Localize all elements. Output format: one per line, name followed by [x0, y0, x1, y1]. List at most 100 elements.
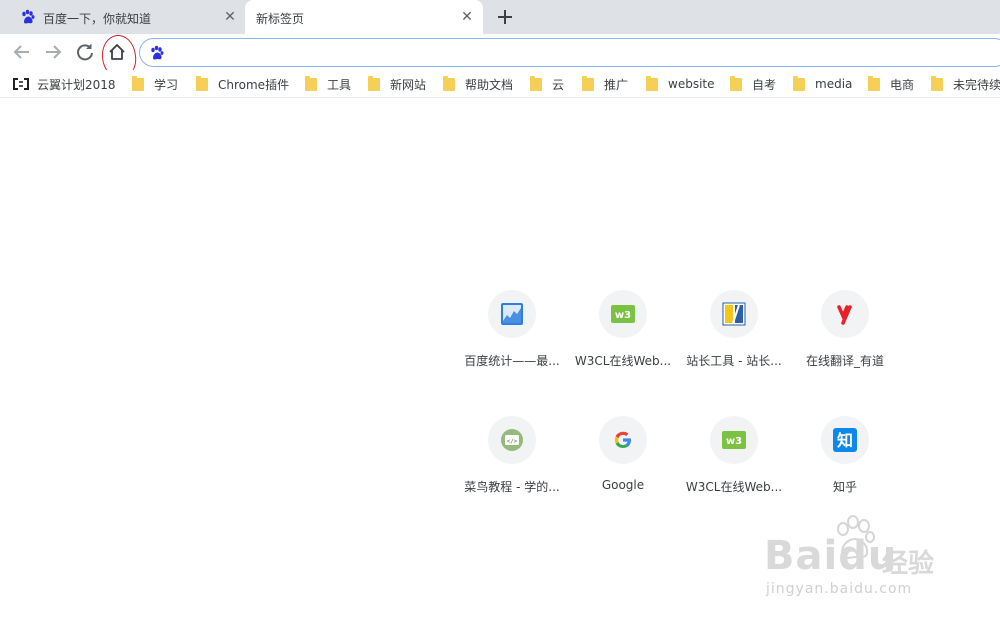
shortcut-tile[interactable]: 站长工具 - 站长... [678, 290, 790, 400]
bookmark-label: website [668, 77, 715, 91]
arrow-right-icon [46, 45, 62, 59]
shortcut-tile[interactable]: 知 知乎 [789, 416, 901, 526]
svg-text:</>: </> [507, 438, 518, 445]
tab-strip: 百度一下，你就知道 ✕ 新标签页 ✕ [0, 0, 1000, 34]
bookmark-label: 自考 [752, 77, 777, 92]
shortcut-tile[interactable]: w3 W3CL在线Web... [678, 416, 790, 526]
bookmark-folder[interactable]: 新网站 [368, 75, 427, 92]
bookmark-folder[interactable]: website [646, 75, 715, 92]
shortcut-icon-circle: </> [488, 416, 536, 464]
close-tab-icon[interactable]: ✕ [222, 9, 238, 25]
shortcut-label: W3CL在线Web... [685, 480, 783, 494]
shortcut-tile[interactable]: w3 W3CL在线Web... [567, 290, 679, 400]
bookmark-folder[interactable]: 云 [530, 75, 565, 92]
bookmark-label: Chrome插件 [218, 77, 290, 92]
address-bar[interactable] [139, 38, 1000, 67]
toolbar [0, 34, 1000, 70]
google-icon [614, 431, 631, 448]
bookmark-label: 云 [552, 77, 565, 92]
bookmark-folder[interactable]: 工具 [305, 75, 352, 92]
folder-icon [368, 75, 380, 91]
shortcut-tile[interactable]: </> 菜鸟教程 - 学的... [456, 416, 568, 526]
shortcut-icon-circle [710, 290, 758, 338]
folder-icon [443, 75, 455, 91]
bookmark-folder[interactable]: 电商 [868, 75, 915, 92]
shortcut-icon-circle [821, 290, 869, 338]
bookmark-label: 云翼计划2018 [37, 77, 116, 92]
youdao-icon [837, 305, 852, 325]
bookmark-label: 工具 [327, 77, 352, 92]
baidu-tongji-icon [501, 303, 523, 325]
tab-title: 新标签页 [256, 12, 305, 26]
shortcut-icon-circle: 知 [821, 416, 869, 464]
shortcut-label: 知乎 [832, 480, 857, 494]
bookmark-folder[interactable]: 自考 [730, 75, 777, 92]
runoob-icon: </> [501, 429, 523, 451]
bookmark-folder[interactable]: media [793, 75, 853, 92]
bookmark-label: 电商 [890, 77, 915, 92]
bookmark-folder[interactable]: 帮助文档 [443, 75, 514, 92]
arrow-left-icon [13, 45, 29, 59]
watermark-url: jingyan.baidu.com [766, 581, 913, 597]
folder-icon [868, 75, 880, 91]
tab-title: 百度一下，你就知道 [43, 12, 152, 26]
reload-icon [77, 43, 93, 61]
shortcut-label: 站长工具 - 站长... [686, 354, 782, 368]
bookmark-label: 帮助文档 [465, 77, 514, 92]
shortcut-label: 在线翻译_有道 [805, 354, 884, 368]
bookmark-folder[interactable]: Chrome插件 [196, 75, 290, 92]
shortcut-icon-circle [599, 416, 647, 464]
bookmark-folder[interactable]: 学习 [132, 75, 179, 92]
shortcut-tile[interactable]: 百度统计——最... [456, 290, 568, 400]
shortcut-label: 菜鸟教程 - 学的... [464, 480, 560, 494]
bookmark-app[interactable]: 云翼计划2018 [13, 76, 116, 92]
shortcut-tile[interactable]: Google [567, 416, 679, 526]
svg-text:w3: w3 [615, 310, 631, 321]
shortcut-label: 百度统计——最... [464, 354, 560, 368]
folder-icon [931, 75, 943, 91]
bookmark-label: 学习 [154, 77, 179, 92]
zhihu-icon: 知 [833, 428, 857, 452]
folder-icon [730, 75, 742, 91]
folder-icon [196, 75, 208, 91]
bookmark-label: media [815, 77, 853, 91]
shortcut-label: W3CL在线Web... [574, 354, 672, 368]
shortcut-label: Google [601, 478, 645, 492]
app-icon [13, 78, 29, 90]
shortcut-icon-circle [488, 290, 536, 338]
back-button[interactable] [10, 40, 34, 64]
tab-new-tab[interactable]: 新标签页 ✕ [245, 0, 483, 34]
svg-text:知: 知 [837, 431, 853, 450]
browser-window: 百度一下，你就知道 ✕ 新标签页 ✕ 云翼计划2018 学习 Chrome插件 … [0, 0, 1000, 626]
reload-button[interactable] [73, 40, 97, 64]
bookmark-folder[interactable]: 推广 [582, 75, 629, 92]
folder-icon [646, 75, 658, 91]
bookmark-folder[interactable]: 未完待续 [931, 75, 1000, 92]
shortcut-icon-circle: w3 [710, 416, 758, 464]
bookmark-label: 新网站 [390, 77, 427, 92]
shortcut-tile[interactable]: 在线翻译_有道 [789, 290, 901, 400]
svg-text:w3: w3 [726, 436, 742, 447]
watermark-brand: Baidu [764, 533, 898, 579]
w3cl-icon: w3 [611, 305, 635, 323]
w3cl-icon: w3 [722, 431, 746, 449]
bookmark-label: 未完待续 [953, 77, 1000, 92]
address-input[interactable] [170, 42, 970, 62]
baidu-paw-icon [149, 45, 165, 65]
folder-icon [582, 75, 594, 91]
plus-icon [498, 10, 512, 24]
forward-button[interactable] [41, 40, 65, 64]
watermark-brand-cn: 经验 [882, 549, 935, 579]
folder-icon [305, 75, 317, 91]
close-tab-icon[interactable]: ✕ [459, 9, 475, 25]
baidu-jingyan-watermark: Baidu 经验 jingyan.baidu.com [758, 515, 948, 607]
chinaz-icon [722, 302, 746, 326]
new-tab-button[interactable] [494, 6, 516, 28]
folder-icon [530, 75, 542, 91]
baidu-paw-icon [20, 9, 36, 28]
tab-baidu[interactable]: 百度一下，你就知道 ✕ [8, 0, 245, 34]
shortcut-icon-circle: w3 [599, 290, 647, 338]
bookmarks-bar: 云翼计划2018 学习 Chrome插件 工具 新网站 帮助文档 云 推广 we… [0, 70, 1000, 98]
folder-icon [793, 75, 805, 91]
bookmark-label: 推广 [604, 77, 629, 92]
